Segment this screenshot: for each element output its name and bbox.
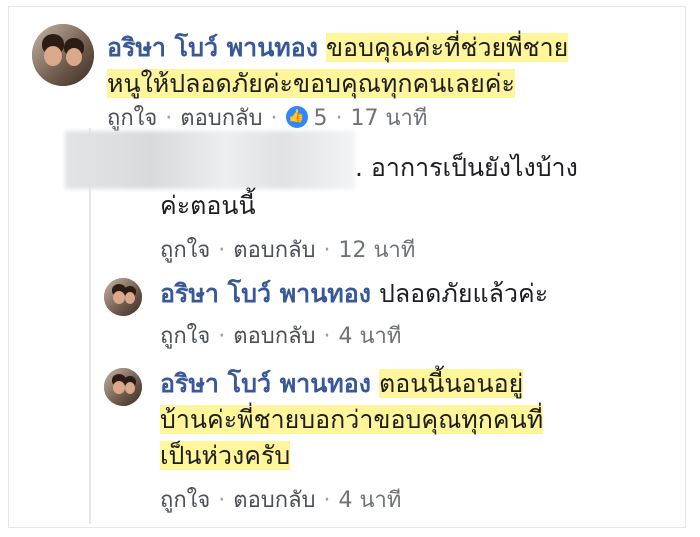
reply-text-line-1: . อาการเป็นยังไงบ้าง xyxy=(355,153,578,182)
reply-text-line-2: ค่ะตอนนี้ xyxy=(160,191,256,220)
reply-link[interactable]: ตอบกลับ xyxy=(233,488,315,513)
reply-time[interactable]: 4 นาที xyxy=(339,488,402,513)
reply-body: . อาการเป็นยังไงบ้าง xyxy=(355,150,578,186)
reply-author[interactable]: อริษา โบว์ พานทอง xyxy=(160,279,371,308)
thumbs-up-icon[interactable]: 👍 xyxy=(285,106,308,128)
reply-body: อริษา โบว์ พานทอง ปลอดภัยแล้วค่ะ xyxy=(160,276,548,312)
reply-author[interactable]: อริษา โบว์ พานทอง xyxy=(160,369,371,398)
reply-link[interactable]: ตอบกลับ xyxy=(233,324,315,349)
reply-link[interactable]: ตอบกลับ xyxy=(233,238,315,263)
reply-text-line-3: เป็นห่วงครับ xyxy=(160,441,291,470)
blurred-author xyxy=(65,131,355,189)
comment-text-line-1: ขอบคุณค่ะที่ช่วยพี่ชาย xyxy=(325,33,569,62)
reply-time[interactable]: 12 นาที xyxy=(339,238,416,263)
avatar[interactable] xyxy=(104,278,142,316)
reply-text-line-1: ตอนนี้นอนอยู่ xyxy=(378,369,524,398)
reply-text: ปลอดภัยแล้วค่ะ xyxy=(378,279,549,308)
comment-author[interactable]: อริษา โบว์ พานทอง xyxy=(107,33,318,62)
reply-actions: ถูกใจ · ตอบกลับ · 4 นาที xyxy=(160,324,402,349)
avatar[interactable] xyxy=(104,368,142,406)
comment-body: อริษา โบว์ พานทอง ขอบคุณค่ะที่ช่วยพี่ชาย… xyxy=(107,30,667,102)
reply-body: อริษา โบว์ พานทอง ตอนนี้นอนอยู่ บ้านค่ะพ… xyxy=(160,366,660,474)
like-link[interactable]: ถูกใจ xyxy=(160,488,210,513)
like-link[interactable]: ถูกใจ xyxy=(160,238,210,263)
reply-text-line-2: บ้านค่ะพี่ชายบอกว่าขอบคุณทุกคนที่ xyxy=(160,405,544,434)
like-link[interactable]: ถูกใจ xyxy=(107,106,157,131)
reaction-count[interactable]: 5 xyxy=(314,106,328,131)
reply-actions: ถูกใจ · ตอบกลับ · 4 นาที xyxy=(160,488,402,513)
reply-actions: ถูกใจ · ตอบกลับ · 12 นาที xyxy=(160,238,416,263)
avatar[interactable] xyxy=(32,24,94,86)
like-link[interactable]: ถูกใจ xyxy=(160,324,210,349)
reply-link[interactable]: ตอบกลับ xyxy=(180,106,262,131)
reply-time[interactable]: 4 นาที xyxy=(339,324,402,349)
reply-body-cont: ค่ะตอนนี้ xyxy=(160,188,256,224)
comment-time[interactable]: 17 นาที xyxy=(351,106,428,131)
comment-text-line-2: หนูให้ปลอดภัยค่ะขอบคุณทุกคนเลยค่ะ xyxy=(107,69,515,98)
comment-actions: ถูกใจ · ตอบกลับ · 👍 5 · 17 นาที xyxy=(107,106,428,131)
